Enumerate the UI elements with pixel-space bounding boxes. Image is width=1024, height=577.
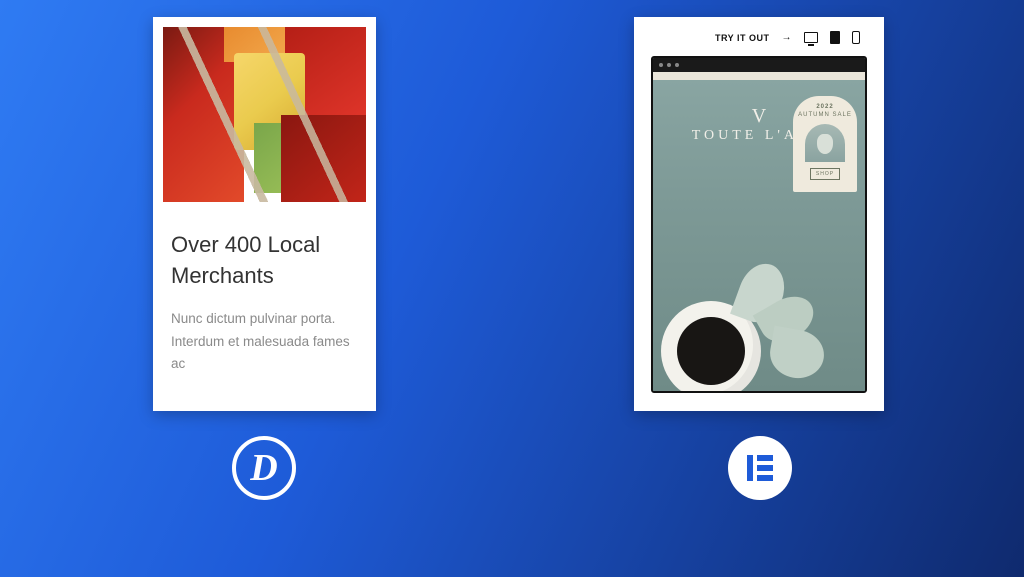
elementor-logo-icon xyxy=(728,436,792,500)
tablet-icon[interactable] xyxy=(830,31,840,44)
divi-letter: D xyxy=(250,446,277,490)
promo-popup: 2022 AUTUMN SALE SHOP xyxy=(793,96,857,192)
browser-tabbar xyxy=(653,72,865,80)
promo-image xyxy=(805,124,845,162)
browser-chrome xyxy=(653,58,865,72)
window-dot-icon xyxy=(675,63,679,67)
divi-logo: D xyxy=(232,436,296,500)
divi-preview-card: Over 400 Local Merchants Nunc dictum pul… xyxy=(153,17,376,411)
produce-photo xyxy=(163,27,366,202)
promo-label: AUTUMN SALE xyxy=(798,112,852,118)
promo-button[interactable]: SHOP xyxy=(810,168,840,180)
preview-toolbar: TRY IT OUT → xyxy=(715,31,860,44)
card-title: Over 400 Local Merchants xyxy=(171,230,358,292)
card-description: Nunc dictum pulvinar porta. Interdum et … xyxy=(171,308,358,377)
card-body: Over 400 Local Merchants Nunc dictum pul… xyxy=(153,212,376,376)
desktop-icon[interactable] xyxy=(804,32,818,43)
arrow-right-icon: → xyxy=(782,32,793,43)
try-it-out-label: TRY IT OUT xyxy=(715,33,770,43)
logo-mark-icon: V xyxy=(752,110,766,122)
plant-graphic xyxy=(653,281,777,391)
mobile-icon[interactable] xyxy=(852,31,860,44)
site-preview-frame: V TOUTE L'ANN 2022 AUTUMN SALE SHOP xyxy=(651,56,867,393)
promo-year: 2022 xyxy=(816,104,833,110)
elementor-preview-card: TRY IT OUT → V TOUTE L'ANN 2022 AUTUMN S… xyxy=(634,17,884,411)
window-dot-icon xyxy=(659,63,663,67)
divi-logo-icon: D xyxy=(232,436,296,500)
elementor-logo xyxy=(728,436,792,500)
card-image xyxy=(153,17,376,212)
preview-body: V TOUTE L'ANN 2022 AUTUMN SALE SHOP xyxy=(653,80,865,391)
window-dot-icon xyxy=(667,63,671,67)
